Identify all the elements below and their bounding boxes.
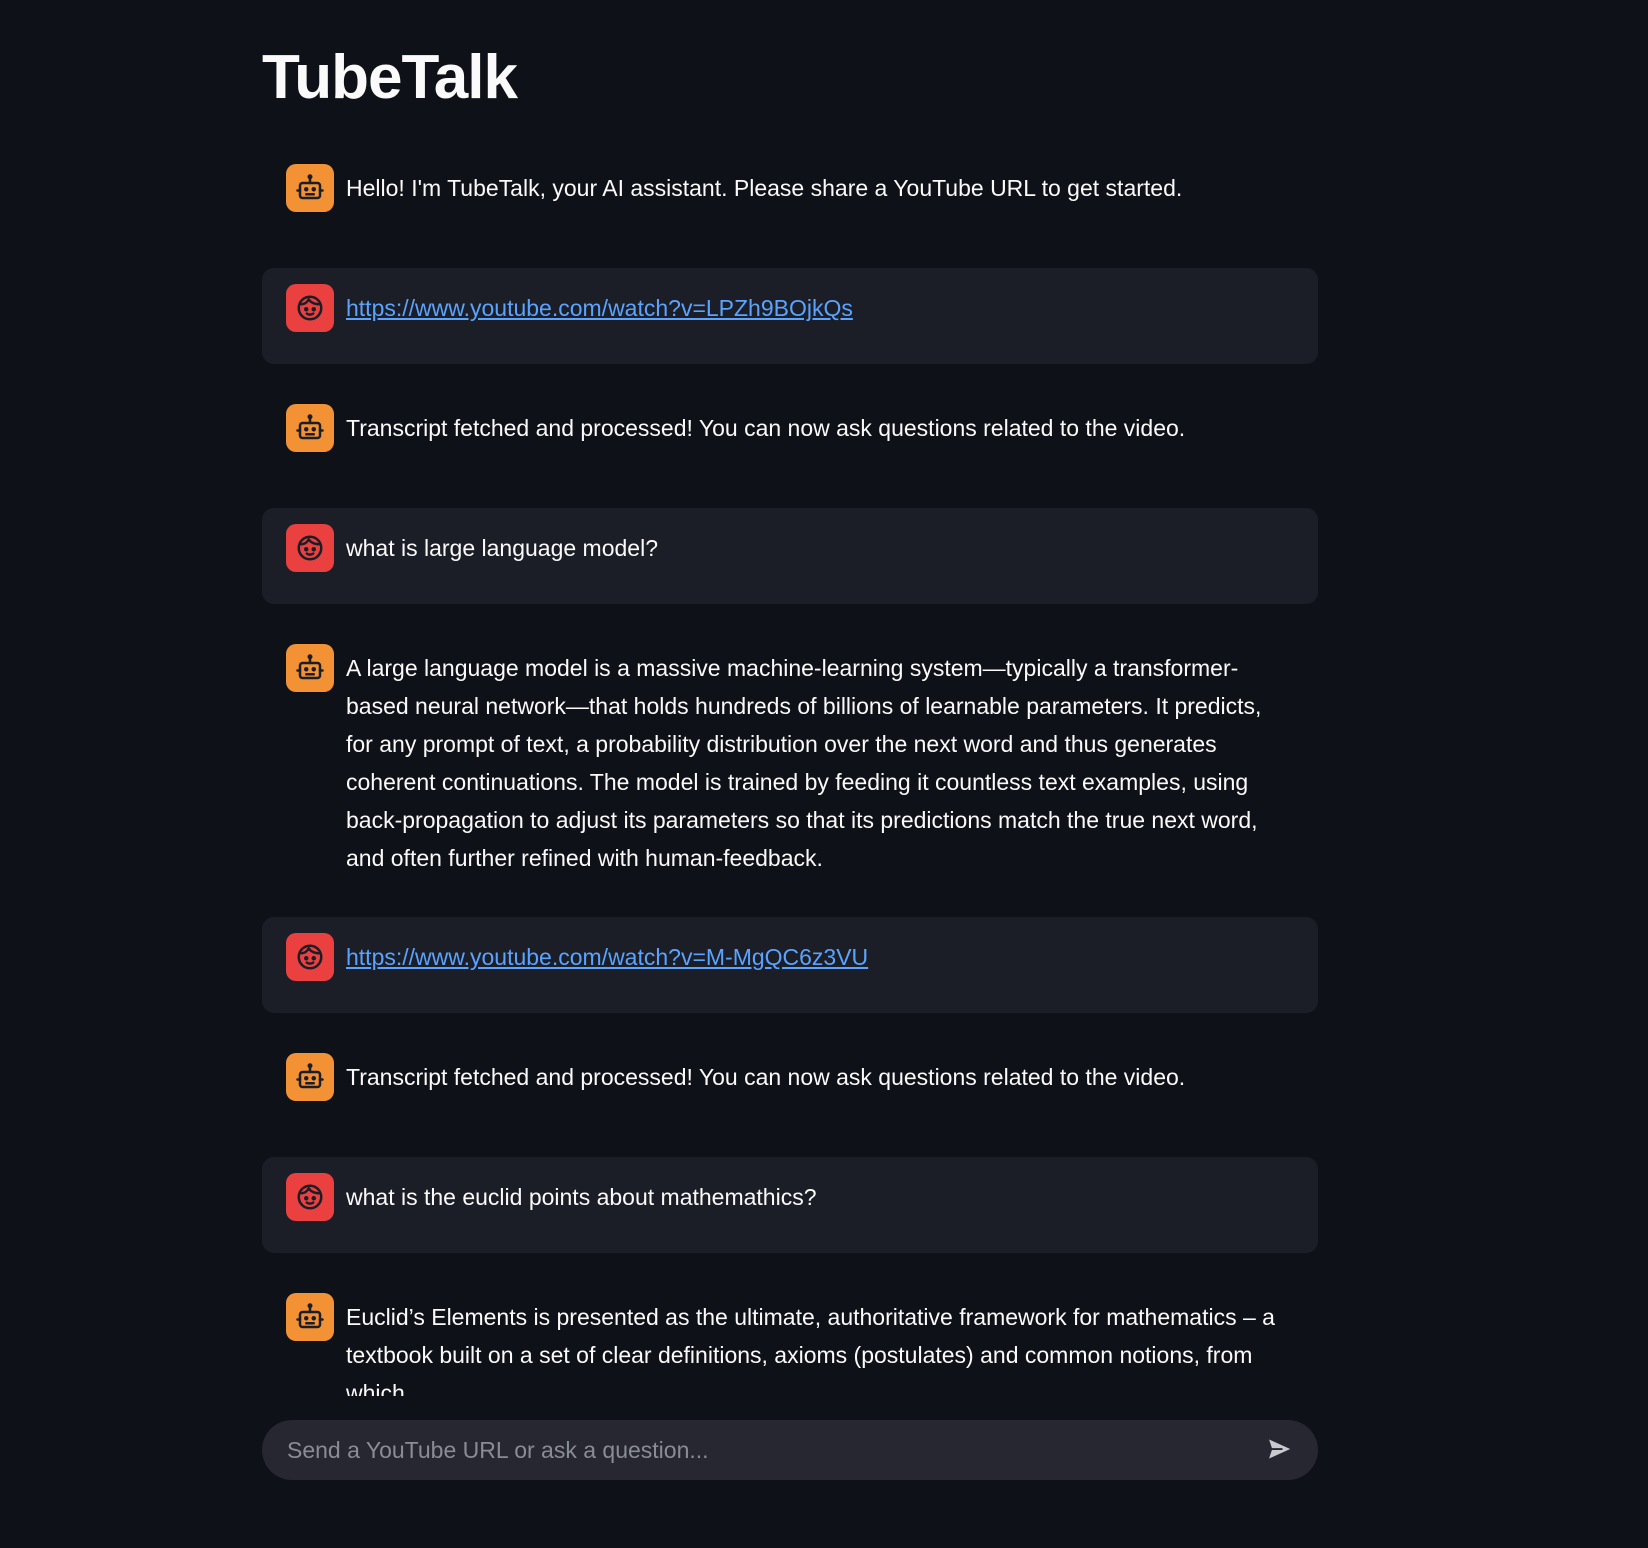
face-icon bbox=[286, 933, 334, 981]
message-text: Transcript fetched and processed! You ca… bbox=[346, 1064, 1186, 1090]
message-text: https://www.youtube.com/watch?v=M-MgQC6z… bbox=[346, 933, 1294, 976]
chat-input-bar bbox=[262, 1420, 1318, 1480]
send-icon bbox=[1265, 1434, 1295, 1467]
send-button[interactable] bbox=[1262, 1432, 1298, 1468]
assistant-message: A large language model is a massive mach… bbox=[262, 628, 1318, 893]
chat-input[interactable] bbox=[287, 1420, 1227, 1480]
video-url-link[interactable]: https://www.youtube.com/watch?v=M-MgQC6z… bbox=[346, 944, 868, 970]
assistant-message: Transcript fetched and processed! You ca… bbox=[262, 1037, 1318, 1133]
message-text: what is large language model? bbox=[346, 535, 658, 561]
chat-history[interactable]: Hello! I'm TubeTalk, your AI assistant. … bbox=[262, 148, 1318, 1396]
robot-icon bbox=[286, 644, 334, 692]
robot-icon bbox=[286, 1053, 334, 1101]
user-message: what is the euclid points about mathemat… bbox=[262, 1157, 1318, 1253]
user-message: https://www.youtube.com/watch?v=M-MgQC6z… bbox=[262, 917, 1318, 1013]
robot-icon bbox=[286, 404, 334, 452]
user-message: https://www.youtube.com/watch?v=LPZh9BOj… bbox=[262, 268, 1318, 364]
message-text: Euclid’s Elements is presented as the ul… bbox=[346, 1304, 1275, 1396]
assistant-message: Euclid’s Elements is presented as the ul… bbox=[262, 1277, 1318, 1396]
user-message: what is large language model? bbox=[262, 508, 1318, 604]
robot-icon bbox=[286, 164, 334, 212]
face-icon bbox=[286, 284, 334, 332]
face-icon bbox=[286, 524, 334, 572]
message-text: A large language model is a massive mach… bbox=[346, 655, 1262, 871]
page-title: TubeTalk bbox=[262, 43, 518, 112]
face-icon bbox=[286, 1173, 334, 1221]
assistant-message: Hello! I'm TubeTalk, your AI assistant. … bbox=[262, 148, 1318, 244]
assistant-message: Transcript fetched and processed! You ca… bbox=[262, 388, 1318, 484]
robot-icon bbox=[286, 1293, 334, 1341]
message-text: Transcript fetched and processed! You ca… bbox=[346, 415, 1186, 441]
message-text: Hello! I'm TubeTalk, your AI assistant. … bbox=[346, 175, 1183, 201]
message-text: what is the euclid points about mathemat… bbox=[346, 1184, 817, 1210]
video-url-link[interactable]: https://www.youtube.com/watch?v=LPZh9BOj… bbox=[346, 295, 853, 321]
message-text: https://www.youtube.com/watch?v=LPZh9BOj… bbox=[346, 284, 1294, 327]
